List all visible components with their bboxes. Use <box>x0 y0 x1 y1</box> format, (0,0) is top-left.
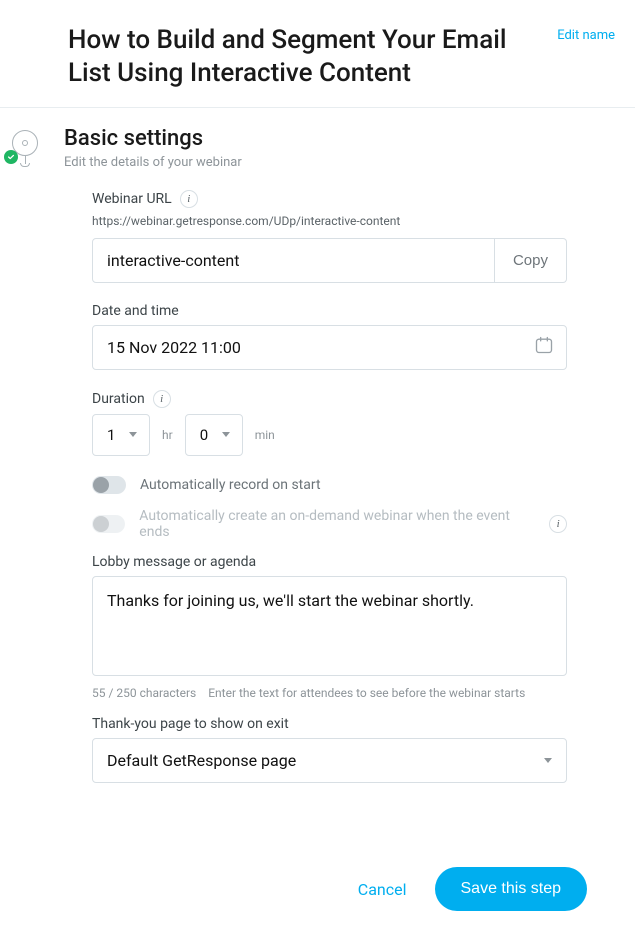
ondemand-toggle <box>92 515 125 533</box>
webinar-url-label: Webinar URL <box>92 191 172 207</box>
info-icon[interactable]: i <box>180 190 198 208</box>
datetime-picker[interactable]: 15 Nov 2022 11:00 <box>92 325 567 370</box>
header-divider <box>0 107 635 108</box>
edit-name-link[interactable]: Edit name <box>557 28 615 43</box>
section-title: Basic settings <box>64 126 635 151</box>
duration-hours-value: 1 <box>107 426 115 444</box>
info-icon[interactable]: i <box>153 390 171 408</box>
minutes-unit: min <box>255 428 275 442</box>
thankyou-label: Thank-you page to show on exit <box>92 716 289 732</box>
chevron-down-icon <box>544 758 552 763</box>
webinar-url-slug-input[interactable] <box>92 238 495 283</box>
step-complete-check-icon <box>4 150 18 164</box>
lobby-textarea[interactable] <box>92 576 567 676</box>
lobby-label: Lobby message or agenda <box>92 554 256 570</box>
hours-unit: hr <box>162 428 173 442</box>
thankyou-value: Default GetResponse page <box>107 751 544 770</box>
duration-label: Duration <box>92 391 145 407</box>
ondemand-label: Automatically create an on-demand webina… <box>139 508 535 540</box>
cancel-button[interactable]: Cancel <box>358 880 407 899</box>
duration-minutes-value: 0 <box>200 426 208 444</box>
save-step-button[interactable]: Save this step <box>435 867 588 911</box>
copy-url-button[interactable]: Copy <box>495 238 567 283</box>
webinar-url-preview: https://webinar.getresponse.com/UDp/inte… <box>92 214 567 228</box>
section-subtitle: Edit the details of your webinar <box>64 155 635 170</box>
datetime-label: Date and time <box>92 303 179 319</box>
chevron-down-icon <box>222 432 230 437</box>
info-icon[interactable]: i <box>549 515 567 533</box>
autorecord-label: Automatically record on start <box>140 477 321 493</box>
datetime-value: 15 Nov 2022 11:00 <box>107 338 241 357</box>
calendar-icon <box>534 335 554 359</box>
autorecord-toggle[interactable] <box>92 476 126 494</box>
duration-hours-select[interactable]: 1 <box>92 414 150 456</box>
lobby-hint: Enter the text for attendees to see befo… <box>208 686 525 700</box>
lobby-char-counter: 55 / 250 characters <box>92 686 196 700</box>
duration-minutes-select[interactable]: 0 <box>185 414 243 456</box>
thankyou-page-select[interactable]: Default GetResponse page <box>92 738 567 783</box>
page-title: How to Build and Segment Your Email List… <box>68 24 541 91</box>
chevron-down-icon <box>129 432 137 437</box>
